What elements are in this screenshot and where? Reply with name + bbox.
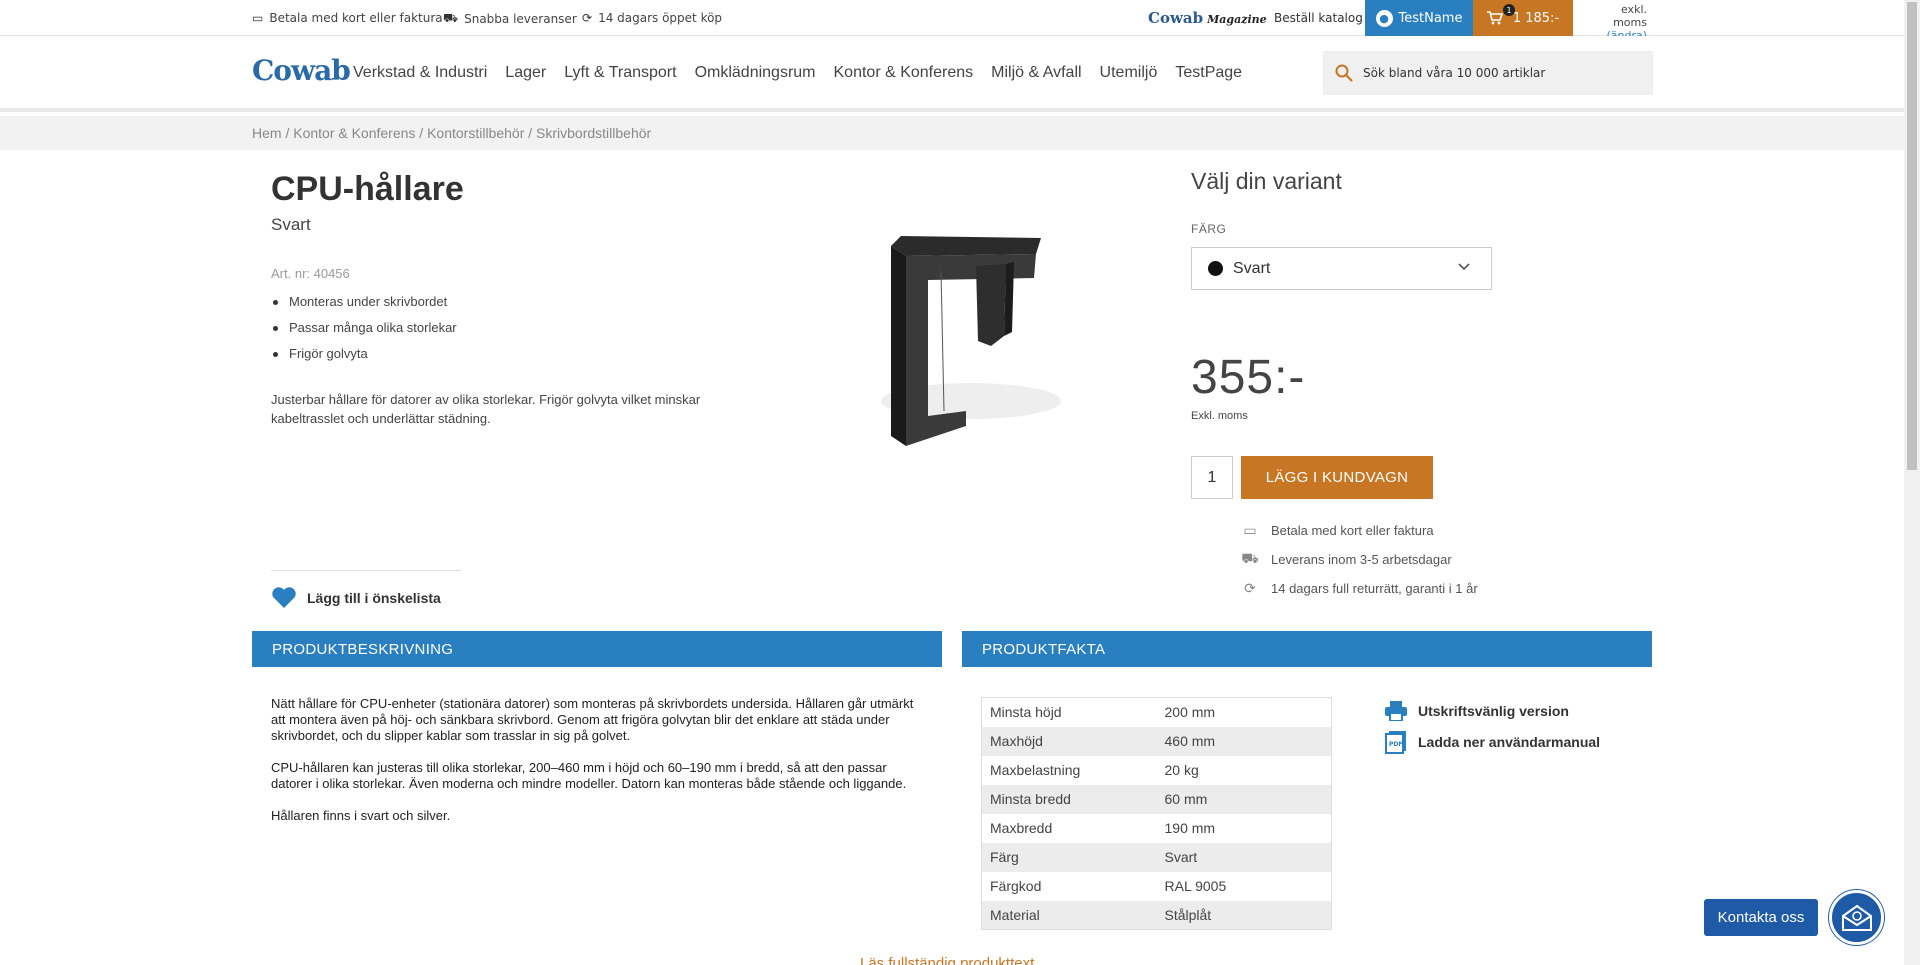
list-item: Monteras under skrivbordet xyxy=(271,294,457,312)
scrollbar-thumb[interactable] xyxy=(1907,2,1917,470)
pdf-icon: PDF xyxy=(1385,730,1406,754)
contact-us-button[interactable]: Kontakta oss xyxy=(1704,899,1818,936)
color-swatch xyxy=(1208,261,1223,276)
magazine-link[interactable]: Cowab Magazine xyxy=(1148,9,1267,27)
user-icon: ● xyxy=(1375,9,1393,27)
main-header: Cowab Verkstad & Industri Lager Lyft & T… xyxy=(0,36,1904,112)
top-bar: ▭ Betala med kort eller faktura ⛟ Snabba… xyxy=(0,0,1904,42)
breadcrumb-bar: Hem / Kontor & Konferens / Kontorstillbe… xyxy=(0,116,1904,150)
purchase-perks: ▭ Betala med kort eller faktura ⛟ Levera… xyxy=(1241,516,1478,603)
printer-icon xyxy=(1385,700,1407,721)
facts-heading: PRODUKTFAKTA xyxy=(962,631,1652,667)
description-paragraph: Hållaren finns i svart och silver. xyxy=(271,808,451,823)
product-subtitle: Svart xyxy=(271,215,311,234)
chat-button[interactable] xyxy=(1829,890,1884,945)
add-to-wishlist-button[interactable]: Lägg till i önskelista xyxy=(271,586,441,609)
cart-count-badge: 1 xyxy=(1503,4,1515,16)
cart-total: 1 185:- xyxy=(1512,10,1560,26)
search-icon xyxy=(1335,64,1353,82)
feature-list: Monteras under skrivbordet Passar många … xyxy=(271,294,457,372)
description-paragraph: Nätt hållare för CPU-enheter (stationära… xyxy=(271,696,914,743)
card-icon: ▭ xyxy=(1243,522,1257,538)
cart-button[interactable]: 1 1 185:- xyxy=(1473,0,1573,36)
table-row: Minsta höjd 200 mm xyxy=(990,704,1216,721)
article-number: Art. nr: 40456 xyxy=(271,266,350,281)
nav-item[interactable]: Omklädningsrum xyxy=(695,64,816,82)
table-row: Färgkod RAL 9005 xyxy=(990,878,1227,894)
product-title: CPU-hållare xyxy=(271,170,464,208)
color-select[interactable]: Svart xyxy=(1191,247,1492,290)
download-manual-link[interactable]: PDF Ladda ner användarmanual xyxy=(1384,726,1600,757)
product-image[interactable] xyxy=(846,226,1086,466)
table-row: Minsta bredd 60 mm xyxy=(981,784,1332,814)
return-icon: ⟳ xyxy=(582,11,593,25)
table-row: Material Stålplåt xyxy=(981,900,1332,930)
nav-item[interactable]: Utemiljö xyxy=(1100,64,1158,82)
usp-return: ⟳ 14 dagars öppet köp xyxy=(582,11,723,25)
quantity-input[interactable]: 1 xyxy=(1191,456,1233,499)
breadcrumb[interactable]: Hem / Kontor & Konferens / Kontorstillbe… xyxy=(252,125,651,141)
usp-payment: ▭ Betala med kort eller faktura xyxy=(252,11,443,25)
list-item: ▭ Betala med kort eller faktura xyxy=(1241,516,1478,545)
main-nav: Verkstad & Industri Lager Lyft & Transpo… xyxy=(353,64,1242,82)
truck-icon: ⛟ xyxy=(1241,550,1259,566)
color-label: FÄRG xyxy=(1191,222,1227,236)
nav-item[interactable]: Lager xyxy=(505,64,546,82)
facts-table: Minsta höjd 200 mm Maxhöjd 460 mm Maxbelas… xyxy=(981,697,1332,930)
cart-icon xyxy=(1486,11,1503,25)
svg-text:PDF: PDF xyxy=(1389,741,1402,748)
nav-item[interactable]: Verkstad & Industri xyxy=(353,64,487,82)
document-links: Utskriftsvänlig version PDF Ladda ner an… xyxy=(1384,695,1600,757)
table-row: Maxbredd 190 mm xyxy=(990,820,1216,836)
order-catalog-link[interactable]: Beställ katalog xyxy=(1274,11,1363,25)
price-note: Exkl. moms xyxy=(1191,410,1248,422)
print-version-link[interactable]: Utskriftsvänlig version xyxy=(1384,695,1600,726)
product-description: Nätt hållare för CPU-enheter (stationära… xyxy=(271,696,916,840)
list-item: Passar många olika storlekar xyxy=(271,320,457,338)
usp-delivery: ⛟ Snabba leveranser xyxy=(443,11,577,26)
mail-icon xyxy=(1841,904,1872,931)
return-icon: ⟳ xyxy=(1244,580,1256,596)
variant-title: Välj din variant xyxy=(1191,168,1342,194)
table-row: Färg Svart xyxy=(981,842,1332,872)
price: 355:- xyxy=(1191,351,1306,404)
list-item: ⟳ 14 dagars full returrätt, garanti i 1 … xyxy=(1241,574,1478,603)
site-logo[interactable]: Cowab xyxy=(252,54,351,87)
heart-icon xyxy=(272,587,296,608)
user-account-button[interactable]: ● TestName xyxy=(1365,0,1473,36)
divider xyxy=(271,570,461,571)
list-item: Frigör golvyta xyxy=(271,346,457,364)
read-more-link[interactable]: Läs fullständig produkttext xyxy=(860,955,1034,965)
truck-icon: ⛟ xyxy=(443,11,459,25)
nav-item[interactable]: TestPage xyxy=(1175,64,1242,82)
card-icon: ▭ xyxy=(252,11,264,25)
nav-item[interactable]: Lyft & Transport xyxy=(564,64,676,82)
search-input[interactable]: Sök bland våra 10 000 artiklar xyxy=(1323,51,1653,95)
short-description: Justerbar hållare för datorer av olika s… xyxy=(271,392,701,426)
chevron-down-icon xyxy=(1458,263,1470,271)
table-row: Maxbelastning 20 kg xyxy=(990,762,1199,778)
description-heading: PRODUKTBESKRIVNING xyxy=(252,631,942,667)
add-to-cart-button[interactable]: LÄGG I KUNDVAGN xyxy=(1241,456,1433,499)
list-item: ⛟ Leverans inom 3-5 arbetsdagar xyxy=(1241,550,1452,567)
table-row: Maxhöjd 460 mm xyxy=(981,726,1332,756)
nav-item[interactable]: Kontor & Konferens xyxy=(834,64,974,82)
description-paragraph: CPU-hållaren kan justeras till olika sto… xyxy=(271,760,907,791)
nav-item[interactable]: Miljö & Avfall xyxy=(991,64,1081,82)
